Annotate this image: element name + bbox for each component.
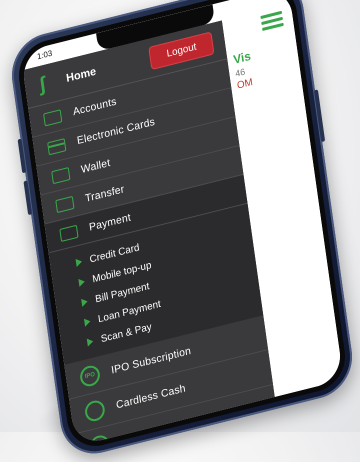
phone-mockup: 1:03 4G Vis 46 OM ʃ Home Logout <box>7 0 357 462</box>
bullet-arrow-icon <box>83 317 91 327</box>
menu-item-label: Payment <box>88 211 132 234</box>
ipo-icon: IPO <box>78 363 102 389</box>
menu-item-label: Accounts <box>72 95 118 119</box>
card-icon <box>47 137 67 155</box>
bullet-arrow-icon <box>75 257 83 267</box>
menu-item-label: Wallet <box>80 156 112 177</box>
content-title: Vis <box>232 48 252 67</box>
menu-item-label: Cardless Cash <box>115 382 187 412</box>
wallet-icon <box>51 166 71 184</box>
menu-item-label: Transfer <box>84 183 126 205</box>
hamburger-menu-icon[interactable] <box>260 8 284 34</box>
phone-screen: 1:03 4G Vis 46 OM ʃ Home Logout <box>20 0 344 447</box>
standing-orders-icon <box>88 433 111 447</box>
document-icon <box>43 108 63 127</box>
power-button <box>313 89 326 143</box>
bullet-arrow-icon <box>86 337 94 347</box>
status-indicators: 4G <box>264 0 275 8</box>
status-time: 1:03 <box>36 48 53 62</box>
volume-up-button <box>17 138 27 174</box>
transfer-icon <box>55 195 75 213</box>
content-currency: OM <box>236 76 254 92</box>
bezel: 1:03 4G Vis 46 OM ʃ Home Logout <box>14 0 350 453</box>
bullet-arrow-icon <box>81 297 89 307</box>
bullet-arrow-icon <box>78 277 86 287</box>
menu-item-label: Standing Orders <box>120 415 200 447</box>
bank-logo-icon: ʃ <box>37 73 48 97</box>
logout-button[interactable]: Logout <box>148 30 215 70</box>
cardless-cash-icon <box>83 398 106 424</box>
volume-down-button <box>23 180 33 216</box>
content-number: 46 <box>234 66 246 79</box>
home-link[interactable]: Home <box>65 66 96 85</box>
phone-body: 1:03 4G Vis 46 OM ʃ Home Logout <box>7 0 357 462</box>
payment-hand-icon <box>59 224 79 242</box>
